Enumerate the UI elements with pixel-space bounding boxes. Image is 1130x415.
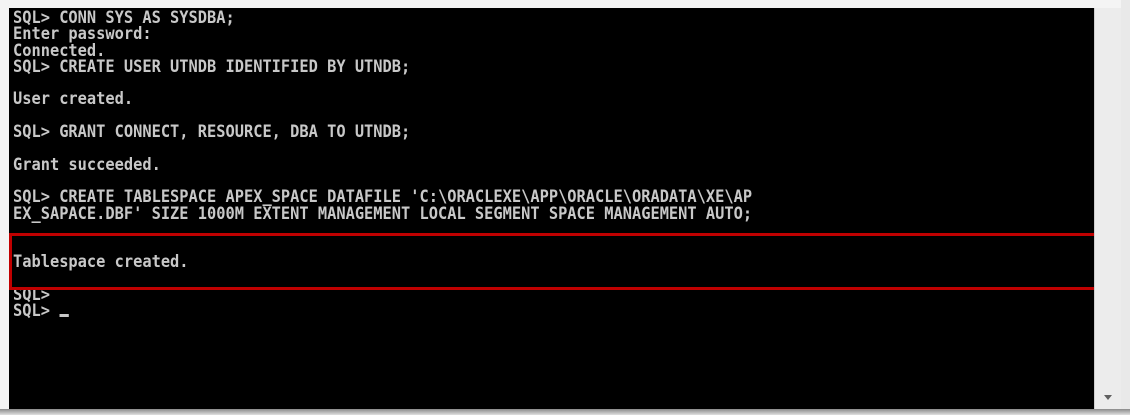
console-line: SQL> GRANT CONNECT, RESOURCE, DBA TO UTN… [13, 122, 411, 142]
command-prompt-window: SQL> CONN SYS AS SYSDBA; Enter password:… [0, 0, 1130, 415]
text-cursor [59, 314, 69, 318]
console-line: Enter password: [13, 24, 152, 44]
console-line: Grant succeeded. [13, 154, 161, 174]
console-prompt: SQL> [13, 301, 60, 321]
console-output[interactable]: SQL> CONN SYS AS SYSDBA; Enter password:… [9, 8, 1094, 409]
window-frame-right [1121, 0, 1130, 415]
scroll-down-button[interactable] [1095, 387, 1122, 409]
console-lines: SQL> CONN SYS AS SYSDBA; Enter password:… [13, 9, 808, 320]
console-line: SQL> [13, 285, 50, 305]
console-line: Tablespace created. [13, 252, 189, 272]
window-frame-bottom [0, 409, 1130, 415]
console-line: User created. [13, 89, 134, 109]
vertical-scrollbar[interactable] [1094, 8, 1122, 409]
console-prompt-line[interactable]: SQL> [13, 303, 752, 319]
console-line: SQL> CREATE USER UTNDB IDENTIFIED BY UTN… [13, 56, 411, 76]
console-line: EX_SAPACE.DBF' SIZE 1000M EXTENT MANAGEM… [13, 203, 753, 223]
